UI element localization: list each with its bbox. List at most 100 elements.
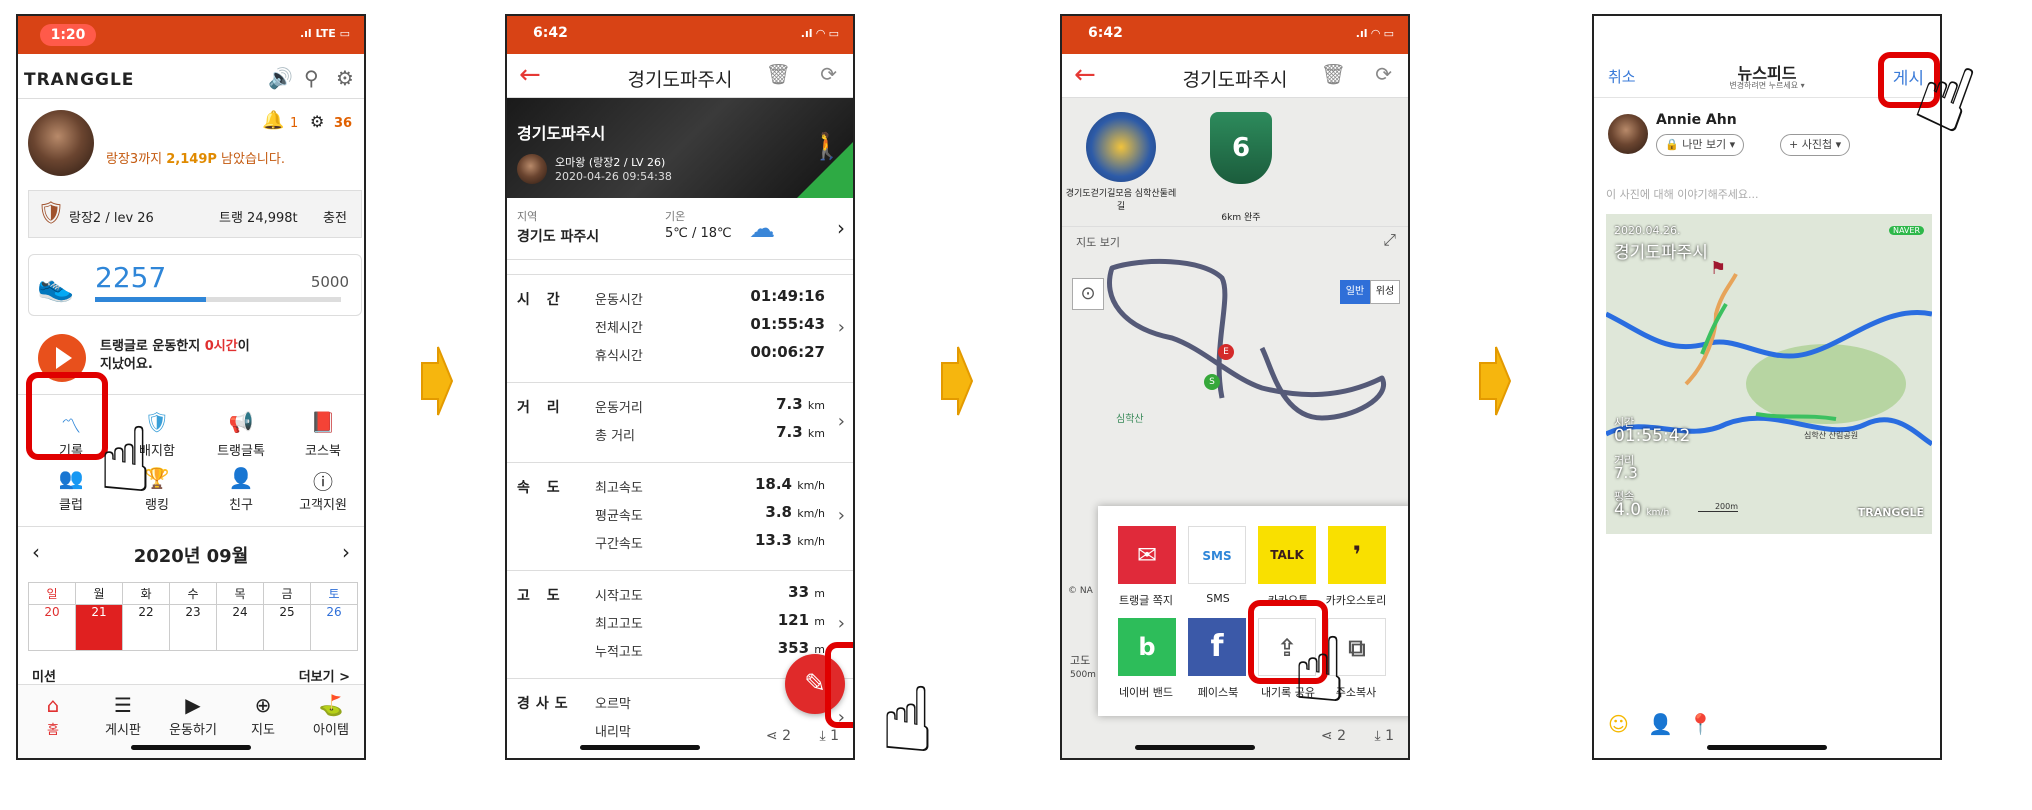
nav-board[interactable]: ☰ 게시판 xyxy=(90,693,156,738)
nav-item[interactable]: ⛳ 아이템 xyxy=(298,693,364,738)
tramble-points: 트랭 24,998t xyxy=(219,211,298,226)
emoji-icon[interactable]: ☺ xyxy=(1608,712,1629,736)
weekday: 목 xyxy=(216,582,264,605)
avatar[interactable] xyxy=(28,110,94,176)
list-icon: ☰ xyxy=(114,693,132,717)
chevron-right-icon: › xyxy=(837,317,845,338)
network-indicator: .ıl LTE ▭ xyxy=(299,27,350,40)
region-row[interactable]: 지역 경기도 파주시 기온 5℃ / 18℃ ☁ › xyxy=(507,198,853,260)
stat-section[interactable]: 속 도 최고속도 18.4 km/h 평균속도 3.8 km/h 구간속도 13.3 km/… xyxy=(507,462,853,570)
status-time: 6:42 xyxy=(533,25,568,41)
coursebook-icon[interactable]: 📕 xyxy=(288,410,358,434)
stat-label: 최고속도 xyxy=(595,481,643,496)
nav-home[interactable]: ⌂ 홈 xyxy=(20,693,86,738)
trash-icon[interactable]: 🗑 xyxy=(766,62,791,86)
calendar-day[interactable]: 26 xyxy=(310,604,358,651)
walker-icon: 🚶 xyxy=(810,132,843,162)
stat-section[interactable]: 거 리 운동거리 7.3 km 총 거리 7.3 km › xyxy=(507,382,853,462)
weekday: 일 xyxy=(28,582,76,605)
album-dropdown[interactable]: + 사진첩 ▾ xyxy=(1780,134,1851,156)
friends-icon[interactable]: 👤 xyxy=(206,466,276,490)
grid-support[interactable]: 고객지원 xyxy=(288,494,358,513)
step-progress-bar xyxy=(95,297,341,302)
calendar-day[interactable]: 23 xyxy=(169,604,217,651)
share-icon[interactable]: ⋖ 2 xyxy=(1321,728,1346,744)
stat-label: 내리막 xyxy=(595,725,631,740)
privacy-dropdown[interactable]: 🔒 나만 보기 ▾ xyxy=(1656,134,1745,156)
bell-icon[interactable]: 🔔 xyxy=(262,110,284,131)
network-indicator: .ıl ◠ ▭ xyxy=(1355,27,1394,40)
card-title: 경기도파주시 xyxy=(1614,243,1708,263)
refresh-icon[interactable]: ⟳ xyxy=(820,62,837,86)
calendar-day[interactable]: 20 xyxy=(28,604,76,651)
share-icon[interactable]: ⋖ 2 xyxy=(766,728,791,744)
home-indicator xyxy=(1135,745,1255,750)
network-indicator: .ıl ◠ ▭ xyxy=(800,27,839,40)
bike-icon: ⚙ xyxy=(310,112,325,131)
grid-friends[interactable]: 친구 xyxy=(206,494,276,513)
motivation-text: 트랭글로 운동한지 0시간이 지났어요. xyxy=(100,339,250,372)
home-indicator xyxy=(580,745,700,750)
refresh-icon[interactable]: ⟳ xyxy=(1375,62,1392,86)
download-icon[interactable]: ⤓ 1 xyxy=(819,728,839,744)
calendar-day[interactable]: 24 xyxy=(216,604,264,651)
calendar-day[interactable]: 25 xyxy=(263,604,311,651)
club-people-icon[interactable]: 👥 xyxy=(36,466,106,490)
weekday: 화 xyxy=(122,582,170,605)
share-kakaotalk[interactable]: TALK xyxy=(1258,526,1316,584)
nav-map[interactable]: ⊕ 지도 xyxy=(230,693,296,738)
step-arrow-icon xyxy=(420,345,454,417)
map-poi: 심학산 xyxy=(1116,414,1144,425)
region-value: 경기도 파주시 xyxy=(517,229,600,245)
grid-coursebook[interactable]: 코스북 xyxy=(288,440,358,459)
step-count: 2257 xyxy=(95,261,167,294)
app-logo: TRANGGLE xyxy=(24,70,135,90)
cloud-icon: ☁ xyxy=(749,214,775,244)
stat-label: 운동시간 xyxy=(595,293,643,308)
share-label: 네이버 밴드 xyxy=(1118,686,1174,699)
cal-next-icon[interactable]: › xyxy=(342,540,350,564)
calendar-day-today[interactable]: 21 xyxy=(75,604,123,651)
globe-icon: ⊕ xyxy=(254,693,272,717)
user-name: Annie Ahn xyxy=(1656,112,1737,128)
highlight-box xyxy=(825,642,853,728)
share-kakaostory[interactable]: ❜ xyxy=(1328,526,1386,584)
stat-value: 00:06:27 xyxy=(750,343,825,361)
level-row: 🛡 랑장2 / lev 26 트랭 24,998t 충전 xyxy=(28,190,362,238)
caption-input[interactable]: 이 사진에 대해 이야기해주세요... xyxy=(1606,186,1759,202)
tag-people-icon[interactable]: 👤 xyxy=(1648,712,1673,736)
step-counter-card: 👟 2257 5000 xyxy=(28,254,362,316)
shoe-icon: 👟 xyxy=(37,269,75,304)
share-sms[interactable]: SMS xyxy=(1188,526,1246,584)
help-icon[interactable]: ⓘ xyxy=(288,466,358,495)
speaker-icon[interactable]: 🔊 xyxy=(268,66,293,90)
share-facebook[interactable]: f xyxy=(1188,618,1246,676)
start-marker-icon: S xyxy=(1204,374,1220,390)
grid-talk[interactable]: 트랭글톡 xyxy=(206,440,276,459)
more-link[interactable]: 더보기 > xyxy=(299,666,350,685)
charge-button[interactable]: 충전 xyxy=(323,207,347,226)
share-trangle-msg[interactable]: ✉ xyxy=(1118,526,1176,584)
download-icon[interactable]: ⤓ 1 xyxy=(1374,728,1394,744)
status-time: 1:20 xyxy=(40,24,96,46)
grid-club[interactable]: 클럽 xyxy=(36,494,106,513)
trash-icon[interactable]: 🗑 xyxy=(1321,62,1346,86)
search-icon[interactable]: ⚲ xyxy=(304,66,319,90)
gear-icon[interactable]: ⚙ xyxy=(336,66,354,90)
share-naver-band[interactable]: b xyxy=(1118,618,1176,676)
card-date: 2020.04.26. xyxy=(1614,224,1681,237)
chevron-right-icon: › xyxy=(837,411,845,432)
stat-label: 오르막 xyxy=(595,697,631,712)
talk-speaker-icon[interactable]: 📢 xyxy=(206,410,276,434)
mission-label: 미션 xyxy=(32,670,56,685)
stat-section[interactable]: 시 간 운동시간 01:49:16 전체시간 01:55:43 휴식시간 00:06:2… xyxy=(507,274,853,382)
stat-value: 3.8 km/h xyxy=(765,503,825,521)
share-label: 페이스북 xyxy=(1197,686,1239,699)
home-indicator xyxy=(131,745,251,750)
nav-exercise[interactable]: ▶ 운동하기 xyxy=(160,693,226,738)
naver-badge: NAVER xyxy=(1888,226,1924,235)
calendar-day[interactable]: 22 xyxy=(122,604,170,651)
calendar-table: 일 월 화 수 목 금 토 20 21 22 23 24 25 26 xyxy=(28,582,358,651)
stat-value: 01:49:16 xyxy=(750,287,825,305)
location-icon[interactable]: 📍 xyxy=(1688,712,1713,736)
